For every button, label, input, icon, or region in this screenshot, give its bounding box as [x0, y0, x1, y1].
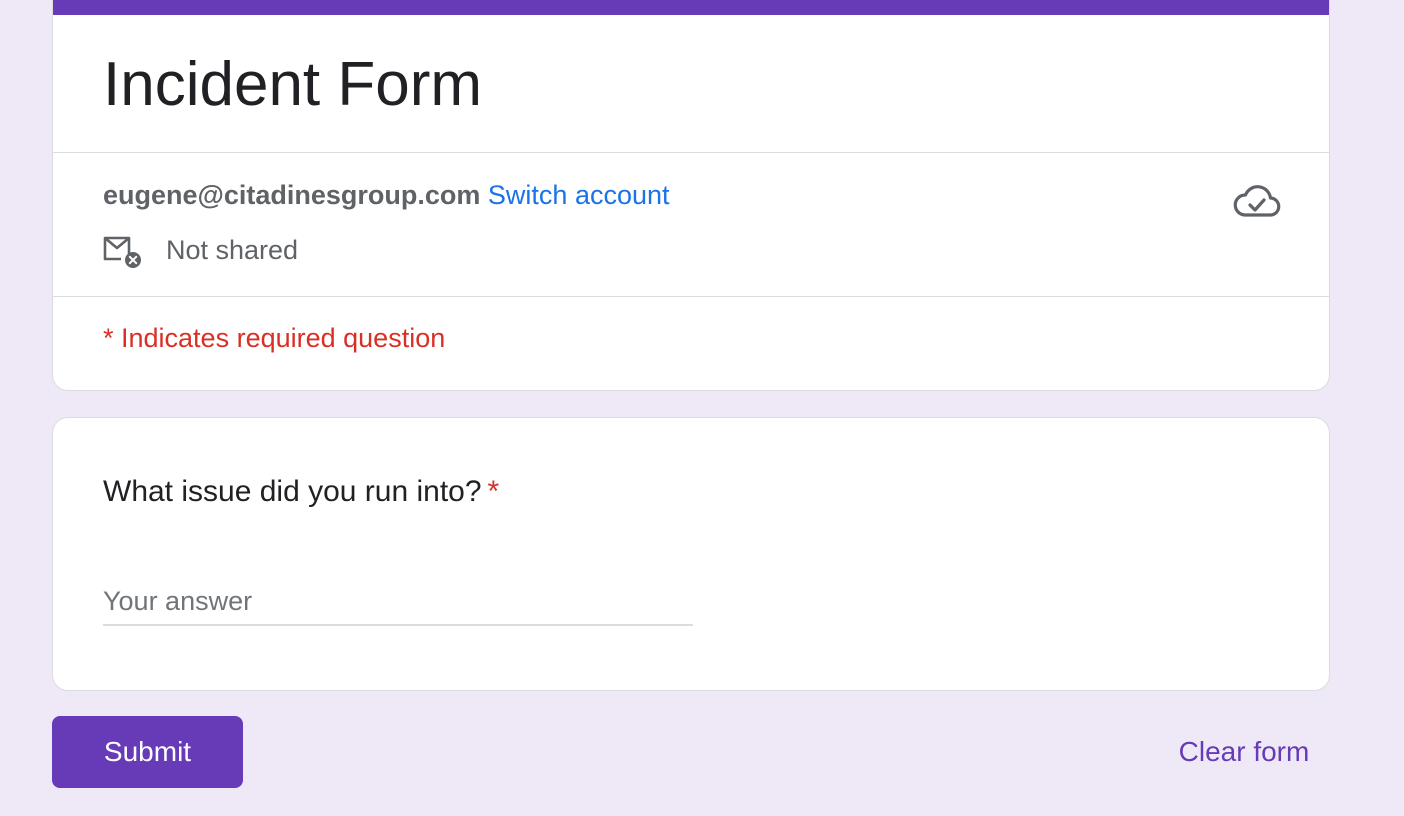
switch-account-link[interactable]: Switch account — [488, 180, 670, 210]
account-email: eugene@citadinesgroup.com — [103, 180, 481, 210]
form-accent-bar — [53, 0, 1329, 15]
question-title: What issue did you run into? * — [103, 474, 499, 510]
header-divider — [53, 152, 1329, 153]
submit-button[interactable]: Submit — [52, 716, 243, 788]
form-title: Incident Form — [103, 50, 483, 119]
cloud-done-icon — [1233, 185, 1281, 217]
answer-input[interactable] — [103, 578, 693, 626]
share-status: Not shared — [166, 235, 299, 265]
form-header-card: Incident Form eugene@citadinesgroup.com … — [52, 0, 1330, 391]
account-divider — [53, 296, 1329, 297]
question-card: What issue did you run into? * — [52, 417, 1330, 691]
mail-not-shared-icon — [103, 236, 141, 268]
clear-form-button[interactable]: Clear form — [1150, 716, 1338, 788]
question-label: What issue did you run into? — [103, 475, 482, 508]
required-note: * Indicates required question — [103, 323, 446, 353]
account-line: eugene@citadinesgroup.com Switch account — [103, 178, 670, 212]
required-star: * — [487, 475, 500, 508]
